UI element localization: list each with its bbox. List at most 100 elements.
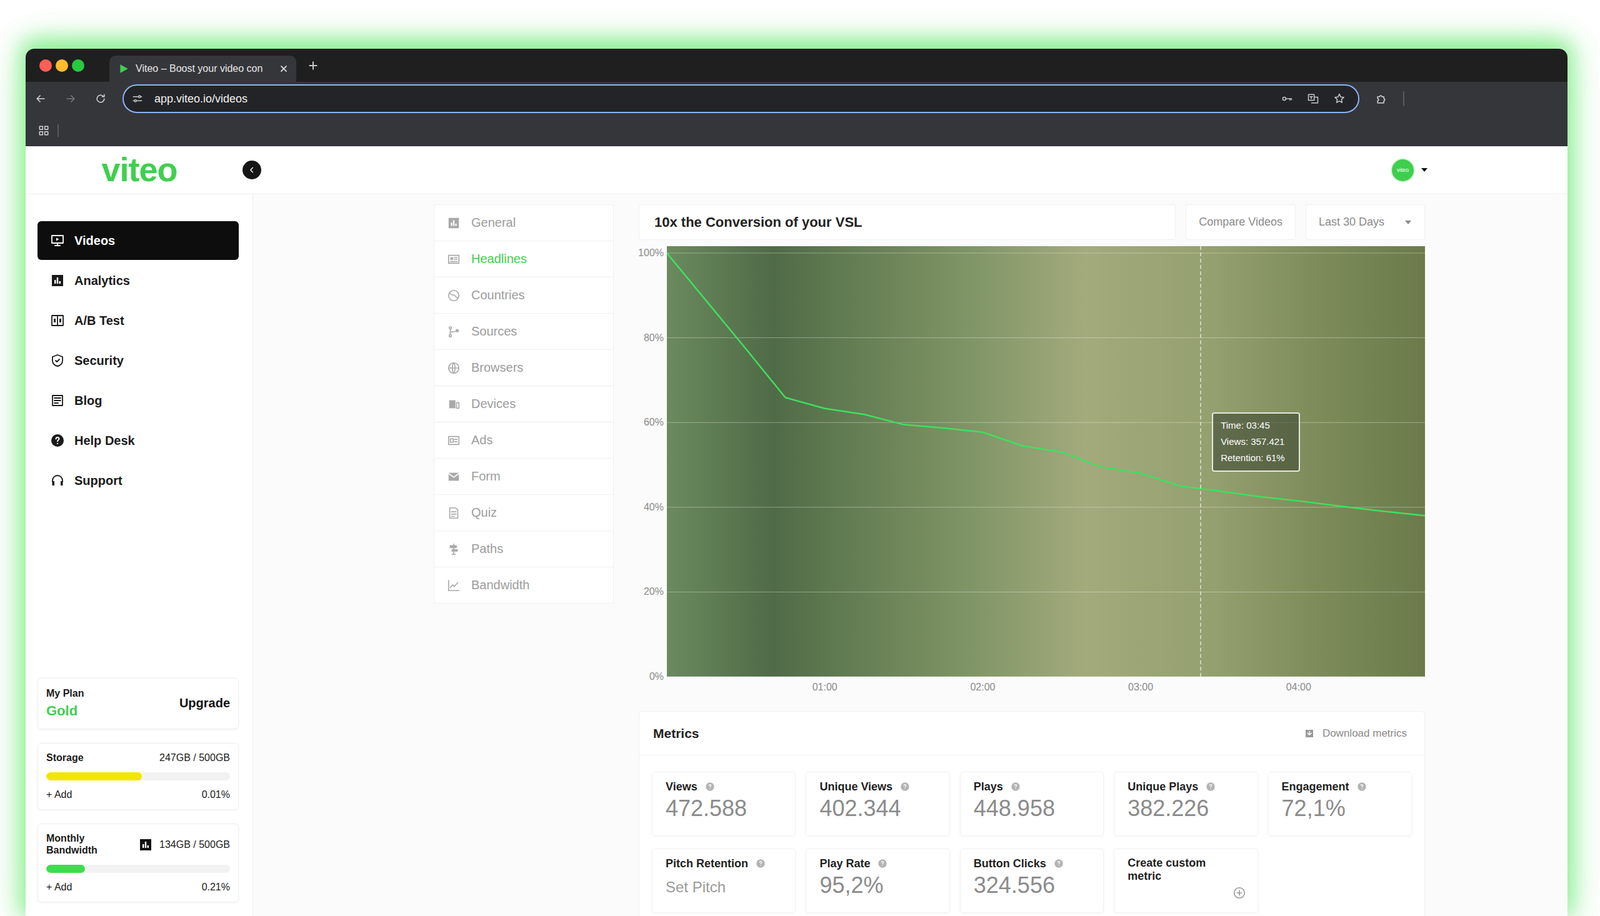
video-icon <box>50 233 65 249</box>
shield-icon <box>50 353 65 369</box>
question-icon[interactable] <box>1356 781 1367 792</box>
account-menu[interactable]: viteo <box>1390 158 1429 183</box>
bar-chart-icon <box>138 837 154 853</box>
chevron-left-icon <box>246 164 258 176</box>
sidebar-item[interactable]: Help Desk <box>37 421 239 460</box>
toolbar: app.viteo.io/videos <box>25 81 1568 116</box>
report-menu-item[interactable]: Countries <box>434 277 614 314</box>
report-menu-item[interactable]: Form <box>434 458 614 495</box>
line-chart-icon <box>446 578 461 593</box>
close-window-button[interactable] <box>39 59 52 72</box>
sidebar-item[interactable]: Blog <box>37 381 239 420</box>
puzzle-icon[interactable] <box>1375 92 1388 105</box>
x-tick-label: 01:00 <box>812 681 838 694</box>
sidebar-item[interactable]: A/B Test <box>37 301 239 340</box>
report-menu-item[interactable]: Bandwidth <box>434 567 614 604</box>
logo[interactable]: viteo <box>25 151 254 189</box>
report-menu-item[interactable]: Devices <box>434 386 614 423</box>
report-menu-item[interactable]: General <box>434 205 614 242</box>
collapse-sidebar-button[interactable] <box>242 160 262 180</box>
zoom-window-button[interactable] <box>71 59 85 72</box>
metric-label: Play Rate <box>819 857 870 871</box>
upgrade-button[interactable]: Upgrade <box>179 696 230 711</box>
video-title: 10x the Conversion of your VSL <box>638 204 1176 240</box>
reload-icon[interactable] <box>94 92 107 105</box>
compare-videos-button[interactable]: Compare Videos <box>1185 204 1296 240</box>
report-menu-item[interactable]: Ads <box>434 422 614 459</box>
x-axis: 01:0002:0003:0004:00 <box>666 676 1425 700</box>
question-icon[interactable] <box>877 858 888 869</box>
add-button[interactable]: + Add <box>46 881 72 894</box>
sidebar-item[interactable]: Videos <box>37 221 239 260</box>
page: Viteo – Boost your video conapp.viteo.io… <box>0 0 1600 916</box>
browser-tab[interactable]: Viteo – Boost your video con <box>109 55 297 82</box>
report-menu-label: Ads <box>471 433 493 448</box>
report-menu-label: Devices <box>471 396 516 412</box>
sidebar-nav: VideosAnalyticsA/B TestSecurity Blog Help … <box>37 221 239 500</box>
metric-value: 382.226 <box>1127 796 1246 822</box>
metric-label: Unique Plays <box>1127 780 1199 794</box>
report-menu-item[interactable]: Headlines <box>434 241 614 278</box>
grid-line <box>666 422 1425 424</box>
address-bar[interactable]: app.viteo.io/videos <box>122 84 1360 114</box>
sidebar-item-label: Blog <box>74 393 102 409</box>
minimize-window-button[interactable] <box>55 59 69 72</box>
question-icon[interactable] <box>1010 781 1021 792</box>
report-menu: General Headlines CountriesSourcesBrowsers… <box>433 204 614 604</box>
translate-icon[interactable] <box>1306 92 1320 105</box>
plus-icon[interactable] <box>307 60 319 72</box>
back-arrow-icon[interactable] <box>34 92 47 105</box>
metric-value: 472.588 <box>665 796 784 822</box>
question-icon[interactable] <box>705 781 715 792</box>
plan-card: My PlanGoldUpgrade <box>37 678 239 730</box>
bookmarks-bar <box>25 115 1568 147</box>
report-menu-item[interactable]: Paths <box>434 531 614 568</box>
sidebar-item[interactable]: Security <box>37 341 239 380</box>
plus-circle-icon[interactable] <box>1232 886 1247 900</box>
question-icon[interactable] <box>900 781 910 792</box>
y-tick-label: 0% <box>649 671 664 683</box>
tune-icon[interactable] <box>131 92 144 105</box>
y-tick-label: 60% <box>643 416 664 429</box>
video-frame[interactable]: Time: 03:45Views: 357.421Retention: 61% <box>666 246 1425 677</box>
question-icon[interactable] <box>755 858 766 869</box>
usage-card: Monthly Bandwidth134GB / 500GB+ Add0.21% <box>37 823 239 903</box>
date-range-dropdown[interactable]: Last 30 Days <box>1305 204 1425 240</box>
report-menu-item[interactable]: Sources <box>434 313 614 350</box>
sidebar: VideosAnalyticsA/B TestSecurity Blog Help … <box>25 194 254 916</box>
apps-grid-icon[interactable] <box>37 124 50 137</box>
report-menu-item[interactable]: Quiz <box>434 495 614 532</box>
usage-label: Monthly Bandwidth <box>46 833 109 857</box>
question-icon[interactable] <box>1205 781 1216 792</box>
usage-label: Storage <box>46 752 84 764</box>
add-button[interactable]: + Add <box>46 789 72 801</box>
metrics-title: Metrics <box>653 726 700 742</box>
report-menu-label: General <box>471 215 516 230</box>
toolbar-separator <box>1403 91 1405 107</box>
report-menu-label: Headlines <box>471 251 527 267</box>
forward-arrow-icon[interactable] <box>64 92 77 105</box>
report-header: 10x the Conversion of your VSLCompare Vi… <box>638 204 1425 240</box>
ab-test-icon <box>50 313 65 329</box>
key-icon[interactable] <box>1280 92 1294 105</box>
metric-card: Engagement72,1% <box>1268 771 1412 837</box>
download-metrics-button[interactable]: Download metrics <box>1303 727 1407 740</box>
ad-icon <box>446 433 461 448</box>
avatar: viteo <box>1390 158 1415 183</box>
report-menu-label: Form <box>471 469 501 484</box>
sidebar-item-label: Support <box>74 473 123 489</box>
report-menu-item[interactable]: Browsers <box>434 350 614 387</box>
metric-card[interactable]: Pitch RetentionSet Pitch <box>651 848 796 914</box>
metric-card: Unique Views402.344 <box>805 771 950 837</box>
star-icon[interactable] <box>1333 92 1346 105</box>
metric-value: 72,1% <box>1281 796 1400 822</box>
download-icon <box>1303 728 1315 740</box>
sidebar-item[interactable]: Support <box>37 461 239 500</box>
metric-card[interactable]: Create custom metric <box>1113 848 1258 914</box>
y-tick-label: 100% <box>638 247 664 259</box>
sidebar-item[interactable]: Analytics <box>37 261 239 300</box>
close-icon[interactable] <box>278 63 289 74</box>
question-icon[interactable] <box>1053 858 1064 869</box>
devices-icon <box>446 397 461 412</box>
chart-tooltip: Time: 03:45Views: 357.421Retention: 61% <box>1211 412 1300 472</box>
